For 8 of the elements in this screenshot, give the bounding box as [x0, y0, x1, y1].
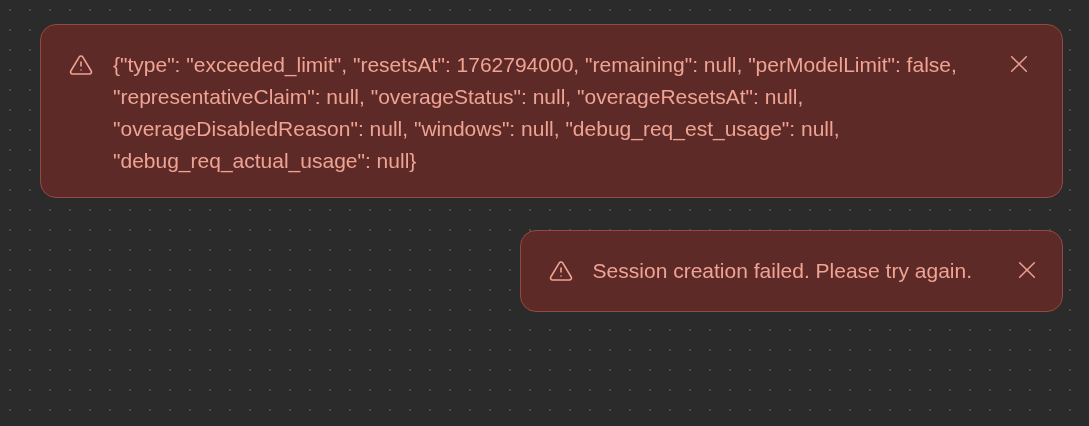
close-icon	[1016, 259, 1038, 281]
close-icon	[1008, 53, 1030, 75]
error-message: {"type": "exceeded_limit", "resetsAt": 1762794000, "remaining": null, "perModelLimit": false, "representativeClaim": null, "overageStatus": null, "overageResetsAt": null, "overageDisabledReason": null, "windows": null, "debug_req_est_usage": null, "debug_req_actual_usage": null}	[113, 52, 958, 175]
close-button[interactable]	[1016, 259, 1038, 281]
close-button[interactable]	[1008, 53, 1030, 75]
warning-icon	[69, 53, 93, 77]
warning-icon	[548, 259, 573, 283]
error-message: Session creation failed. Please try again.	[592, 258, 972, 284]
